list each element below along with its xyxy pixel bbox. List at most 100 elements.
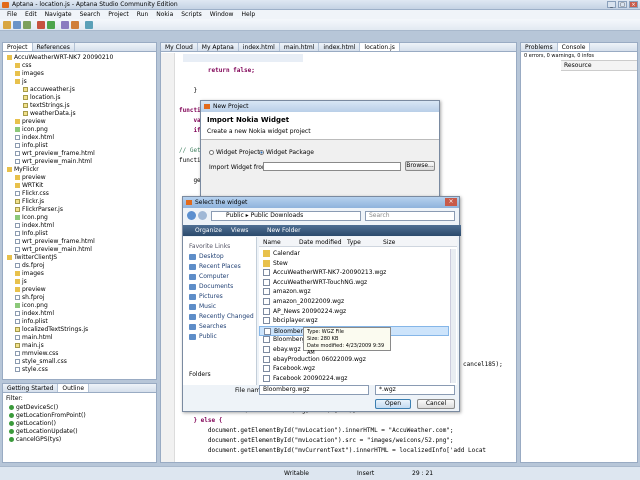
tree-item[interactable]: index.html [15, 310, 54, 317]
search-icon[interactable] [85, 21, 93, 29]
new-folder-button[interactable]: New Folder [267, 227, 301, 234]
menu-help[interactable]: Help [237, 10, 259, 19]
tree-item[interactable]: localizedTextStrings.js [15, 326, 88, 333]
breadcrumb-public[interactable]: Public [226, 212, 244, 219]
menu-project[interactable]: Project [104, 10, 133, 19]
menu-search[interactable]: Search [76, 10, 105, 19]
file-list-scrollbar[interactable] [450, 249, 456, 383]
tree-item[interactable]: js [15, 278, 27, 285]
editor-tab[interactable]: location.js [360, 43, 400, 51]
maximize-button[interactable]: □ [618, 1, 627, 8]
favorite-link[interactable]: Searches [189, 323, 226, 330]
tree-item[interactable]: TwitterClientJS [7, 254, 57, 261]
organize-button[interactable]: Organize [195, 227, 222, 234]
nokia-icon[interactable] [61, 21, 69, 29]
favorite-link[interactable]: Music [189, 303, 216, 310]
tree-item[interactable]: index.html [15, 134, 54, 141]
tree-item[interactable]: Info.plist [15, 230, 48, 237]
tree-item[interactable]: wrt_preview_frame.html [15, 150, 95, 157]
tree-item[interactable]: Icon.png [15, 214, 48, 221]
editor-tab[interactable]: main.html [280, 43, 320, 51]
tree-item[interactable]: images [15, 70, 44, 77]
menu-window[interactable]: Window [206, 10, 238, 19]
debug-icon[interactable] [37, 21, 45, 29]
outline-item[interactable]: getLocationUpdate() [9, 428, 78, 435]
tree-item[interactable]: info.plist [15, 318, 48, 325]
save-icon[interactable] [13, 21, 21, 29]
tree-item[interactable]: main.html [15, 334, 53, 341]
favorite-link[interactable]: Desktop [189, 253, 224, 260]
tree-item[interactable]: info.plist [15, 142, 48, 149]
tree-item[interactable]: Flickr.js [15, 198, 44, 205]
open-button[interactable]: Open [375, 399, 411, 409]
tree-item[interactable]: preview [15, 118, 46, 125]
tree-item[interactable]: icon.png [15, 126, 48, 133]
menu-scripts[interactable]: Scripts [177, 10, 206, 19]
file-row[interactable]: AccuWeatherWRT-NK7-20090213.wgz [259, 268, 449, 278]
tree-item[interactable]: weatherData.js [23, 110, 76, 117]
tree-item[interactable]: sh.fproj [15, 294, 44, 301]
favorite-link[interactable]: Pictures [189, 293, 223, 300]
run-icon[interactable] [47, 21, 55, 29]
tree-item[interactable]: preview [15, 174, 46, 181]
close-button[interactable]: × [629, 1, 638, 8]
tab-problems[interactable]: Problems [521, 43, 558, 51]
views-button[interactable]: Views [231, 227, 248, 234]
radio-widget-project[interactable]: Widget Project [209, 149, 260, 156]
column-date-modified[interactable]: Date modified [299, 239, 342, 246]
file-row[interactable]: amazon_20022009.wgz [259, 297, 449, 307]
forward-arrow-icon[interactable] [198, 211, 207, 220]
breadcrumb-public-downloads[interactable]: Public Downloads [251, 212, 304, 219]
back-arrow-icon[interactable] [187, 211, 196, 220]
file-row[interactable]: AccuWeatherWRT-TouchNG.wgz [259, 278, 449, 288]
tree-item[interactable]: icon.png [15, 302, 48, 309]
search-input[interactable]: Search [365, 211, 455, 221]
tab-getting-started[interactable]: Getting Started [3, 384, 59, 392]
tab-project[interactable]: Project [3, 43, 33, 51]
menu-edit[interactable]: Edit [21, 10, 41, 19]
tree-item[interactable]: js [15, 78, 27, 85]
editor-tab[interactable]: index.html [319, 43, 361, 51]
close-dialog-icon[interactable]: × [445, 198, 457, 206]
file-row[interactable]: AP_News 20090224.wgz [259, 307, 449, 317]
tree-item[interactable]: WRTKit [15, 182, 43, 189]
tree-item[interactable]: accuweather.js [23, 86, 75, 93]
file-row[interactable]: amazon.wgz [259, 287, 449, 297]
folders-toggle[interactable]: Folders [189, 371, 211, 378]
outline-item[interactable]: cancelGPS(tys) [9, 436, 61, 443]
favorite-link[interactable]: Computer [189, 273, 229, 280]
outline-item[interactable]: getLocationFromPoint() [9, 412, 86, 419]
tree-item[interactable]: mmview.css [15, 350, 58, 357]
file-row[interactable]: Calendar [259, 249, 449, 259]
tree-item[interactable]: MyFlickr [7, 166, 39, 173]
file-row[interactable]: Facebook.wgz [259, 364, 449, 374]
tree-item[interactable]: ds.fproj [15, 262, 44, 269]
browse-button[interactable]: Browse... [405, 161, 435, 171]
tree-item[interactable]: AccuWeatherWRT-NK7 20090210 [7, 54, 113, 61]
new-icon[interactable] [3, 21, 11, 29]
deploy-icon[interactable] [71, 21, 79, 29]
address-bar[interactable]: Public ▸ Public Downloads [211, 211, 361, 221]
tree-item[interactable]: preview [15, 286, 46, 293]
column-size[interactable]: Size [383, 239, 395, 246]
column-type[interactable]: Type [347, 239, 361, 246]
editor-tab[interactable]: index.html [239, 43, 280, 51]
tree-item[interactable]: location.js [23, 94, 61, 101]
tree-item[interactable]: textStrings.js [23, 102, 70, 109]
column-name[interactable]: Name [263, 239, 281, 246]
file-row[interactable]: bbciplayer.wgz [259, 316, 449, 326]
editor-tab[interactable]: My Cloud [161, 43, 198, 51]
cancel-button[interactable]: Cancel [417, 399, 455, 409]
tree-item[interactable]: main.js [15, 342, 44, 349]
file-name-input[interactable]: Bloomberg.wgz [259, 385, 369, 395]
outline-item[interactable]: getLocation() [9, 420, 56, 427]
favorite-link[interactable]: Recent Places [189, 263, 241, 270]
tree-item[interactable]: style_small.css [15, 358, 67, 365]
tree-item[interactable]: style.css [15, 366, 48, 373]
favorite-link[interactable]: Recently Changed [189, 313, 254, 320]
tree-item[interactable]: index.html [15, 222, 54, 229]
tree-item[interactable]: wrt_preview_main.html [15, 246, 92, 253]
menu-run[interactable]: Run [133, 10, 153, 19]
tree-item[interactable]: FlickrParser.js [15, 206, 63, 213]
menu-navigate[interactable]: Navigate [41, 10, 76, 19]
